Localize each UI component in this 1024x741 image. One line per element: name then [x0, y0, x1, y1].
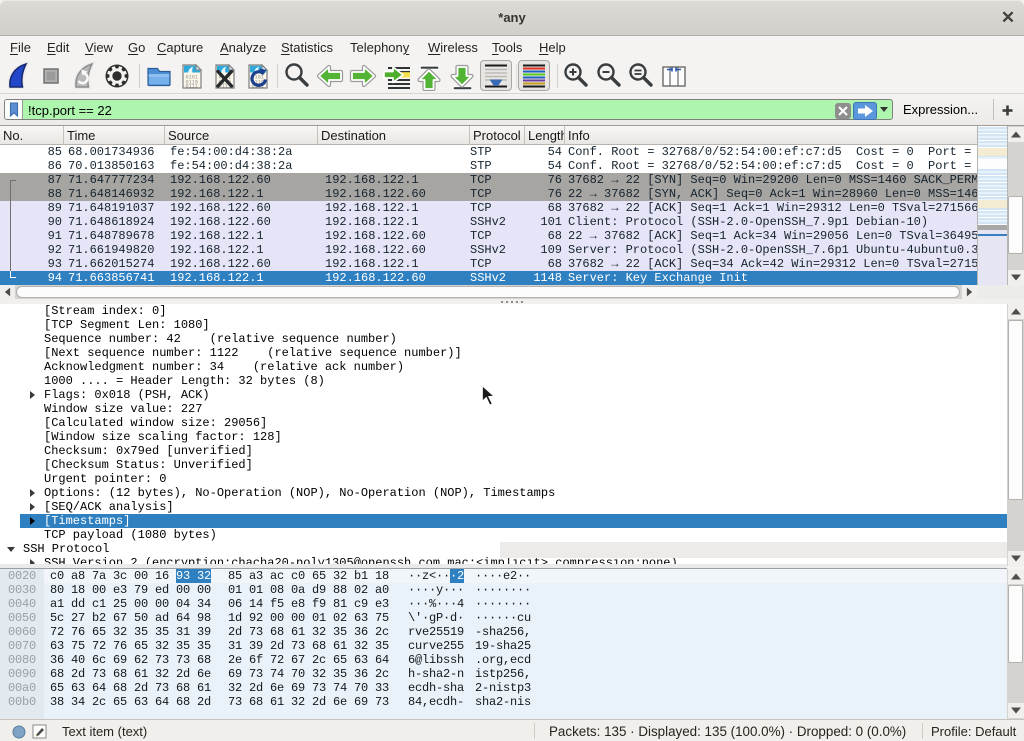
svg-text:0111: 0111: [186, 84, 198, 90]
